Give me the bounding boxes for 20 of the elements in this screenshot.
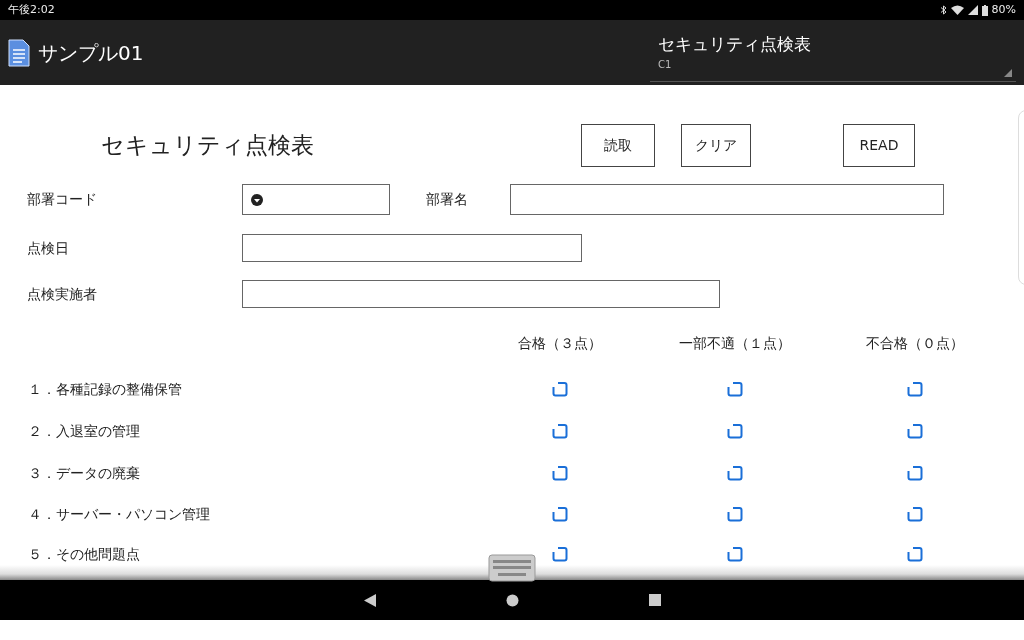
item-label: １．各種記録の整備保管 [27, 379, 183, 399]
battery-percent: 80% [991, 1, 1016, 18]
item-label: ４．サーバー・パソコン管理 [27, 504, 211, 524]
item-label: ２．入退室の管理 [27, 421, 141, 441]
form-button[interactable]: クリア [681, 123, 751, 167]
form-button[interactable]: 読取 [581, 123, 655, 167]
field-label: 点検実施者 [26, 284, 98, 304]
item-label: ５．その他問題点 [27, 544, 141, 564]
sheet-selector[interactable]: セキュリティ点検表 C1 [650, 23, 1016, 82]
column-header: 一部不適（１点） [678, 333, 792, 353]
column-header: 不合格（０点） [865, 333, 965, 353]
field-label: 部署名 [425, 190, 469, 209]
app-title: サンプル01 [38, 39, 144, 67]
column-header: 合格（３点） [517, 333, 603, 353]
status-time: 午後2:02 [8, 1, 55, 18]
field-label: 点検日 [26, 238, 70, 258]
item-label: ３．データの廃棄 [27, 463, 141, 483]
form-button[interactable]: READ [843, 123, 915, 167]
field-label: 部署コード [26, 190, 98, 209]
form-title: セキュリティ点検表 [101, 130, 315, 160]
